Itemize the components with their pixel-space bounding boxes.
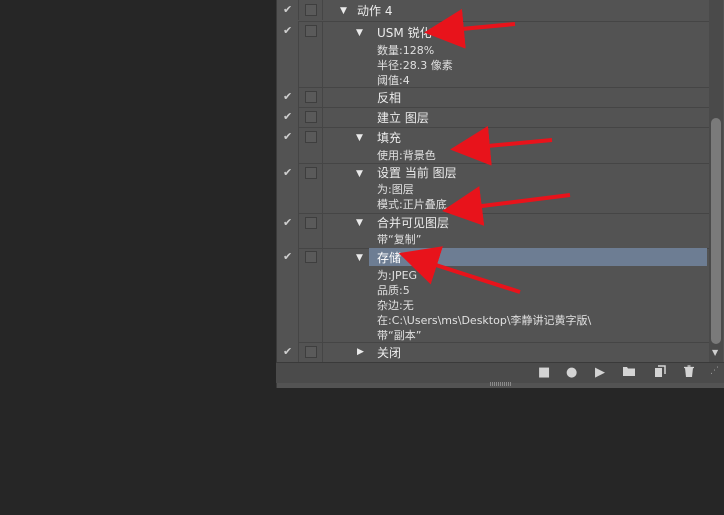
toggle-check-icon[interactable]: ✔ xyxy=(283,166,292,179)
action-step-row[interactable]: ✔ ▼ USM 锐化 数量:128% 半径:28.3 像素 阈值:4 xyxy=(277,21,724,87)
action-label: 动作 4 xyxy=(357,4,393,18)
toggle-check-icon[interactable]: ✔ xyxy=(283,110,292,123)
toggle-check-icon[interactable]: ✔ xyxy=(283,90,292,103)
actions-toolbar: ■ ● ▶ ⋰ xyxy=(276,362,724,383)
dialog-toggle-box[interactable] xyxy=(305,4,317,16)
dialog-toggle-box[interactable] xyxy=(305,217,317,229)
step-param: 杂边:无 xyxy=(377,299,414,312)
dialog-toggle-box[interactable] xyxy=(305,111,317,123)
expand-triangle-icon[interactable]: ▼ xyxy=(356,218,363,228)
expand-triangle-icon[interactable]: ▼ xyxy=(356,169,363,179)
step-label: 反相 xyxy=(377,91,402,105)
step-param: 模式:正片叠底 xyxy=(377,198,447,211)
action-step-row[interactable]: ✔ ▼ 填充 使用:背景色 xyxy=(277,127,724,163)
step-param: 在:C:\Users\ms\Desktop\李静讲记黄字版\ xyxy=(377,314,592,327)
trash-icon[interactable] xyxy=(683,365,695,382)
dialog-toggle-box[interactable] xyxy=(305,167,317,179)
step-param: 带“复制” xyxy=(377,233,422,246)
dialog-toggle-box[interactable] xyxy=(305,251,317,263)
scrollbar-thumb[interactable] xyxy=(711,118,721,344)
stop-icon[interactable]: ■ xyxy=(538,365,550,380)
step-label: 关闭 xyxy=(377,346,402,360)
step-label: 存储 xyxy=(377,251,402,265)
expand-triangle-icon[interactable]: ▼ xyxy=(340,6,347,16)
step-param: 为:JPEG xyxy=(377,269,418,282)
toggle-check-icon[interactable]: ✔ xyxy=(283,24,292,37)
step-param: 数量:128% xyxy=(377,44,435,57)
action-step-row[interactable]: ✔ 反相 xyxy=(277,87,724,107)
action-step-row[interactable]: ✔ ▶ 关闭 xyxy=(277,342,724,362)
step-label: 合并可见图层 xyxy=(377,216,450,230)
action-step-row[interactable]: ✔ ▼ 设置 当前 图层 为:图层 模式:正片叠底 xyxy=(277,163,724,213)
step-param: 品质:5 xyxy=(377,284,410,297)
action-step-row-selected[interactable]: ✔ ▼ 存储 为:JPEG 品质:5 杂边:无 在:C:\Users\ms\De… xyxy=(277,248,724,342)
dialog-toggle-box[interactable] xyxy=(305,91,317,103)
toggle-check-icon[interactable]: ✔ xyxy=(283,3,292,16)
scroll-down-arrow-icon[interactable]: ▼ xyxy=(712,348,718,357)
action-step-row[interactable]: ✔ ▼ 合并可见图层 带“复制” xyxy=(277,213,724,248)
new-action-icon[interactable] xyxy=(654,365,666,382)
action-step-row[interactable]: ✔ 建立 图层 xyxy=(277,107,724,127)
vertical-scrollbar[interactable]: ▼ xyxy=(709,0,723,362)
step-label: 建立 图层 xyxy=(377,111,429,125)
resize-grip-icon[interactable]: ⋰ xyxy=(710,366,719,376)
toggle-check-icon[interactable]: ✔ xyxy=(283,216,292,229)
expand-triangle-icon[interactable]: ▼ xyxy=(356,133,363,143)
dialog-toggle-box[interactable] xyxy=(305,25,317,37)
step-param: 半径:28.3 像素 xyxy=(377,59,453,72)
action-set-row[interactable]: ✔ ▼ 动作 4 xyxy=(277,0,724,20)
panel-resize-grip[interactable] xyxy=(490,382,512,386)
step-param: 使用:背景色 xyxy=(377,149,436,162)
step-param: 阈值:4 xyxy=(377,74,410,87)
dialog-toggle-box[interactable] xyxy=(305,346,317,358)
step-param: 为:图层 xyxy=(377,183,414,196)
step-label: 填充 xyxy=(377,131,402,145)
step-label: 设置 当前 图层 xyxy=(377,166,457,180)
actions-panel: ✔ ▼ 动作 4 ✔ ▼ USM 锐化 数量:128% 半径:28.3 像素 阈… xyxy=(276,0,724,388)
expand-triangle-icon[interactable]: ▼ xyxy=(356,253,363,263)
play-icon[interactable]: ▶ xyxy=(595,365,605,380)
toggle-check-icon[interactable]: ✔ xyxy=(283,250,292,263)
step-param: 带“副本” xyxy=(377,329,422,342)
toggle-check-icon[interactable]: ✔ xyxy=(283,345,292,358)
expand-triangle-icon[interactable]: ▼ xyxy=(356,28,363,38)
selection-highlight xyxy=(369,248,707,266)
folder-icon[interactable] xyxy=(622,365,636,381)
collapsed-triangle-icon[interactable]: ▶ xyxy=(357,347,364,357)
toggle-check-icon[interactable]: ✔ xyxy=(283,130,292,143)
dialog-toggle-box[interactable] xyxy=(305,131,317,143)
step-label: USM 锐化 xyxy=(377,26,432,40)
record-icon[interactable]: ● xyxy=(566,365,577,380)
